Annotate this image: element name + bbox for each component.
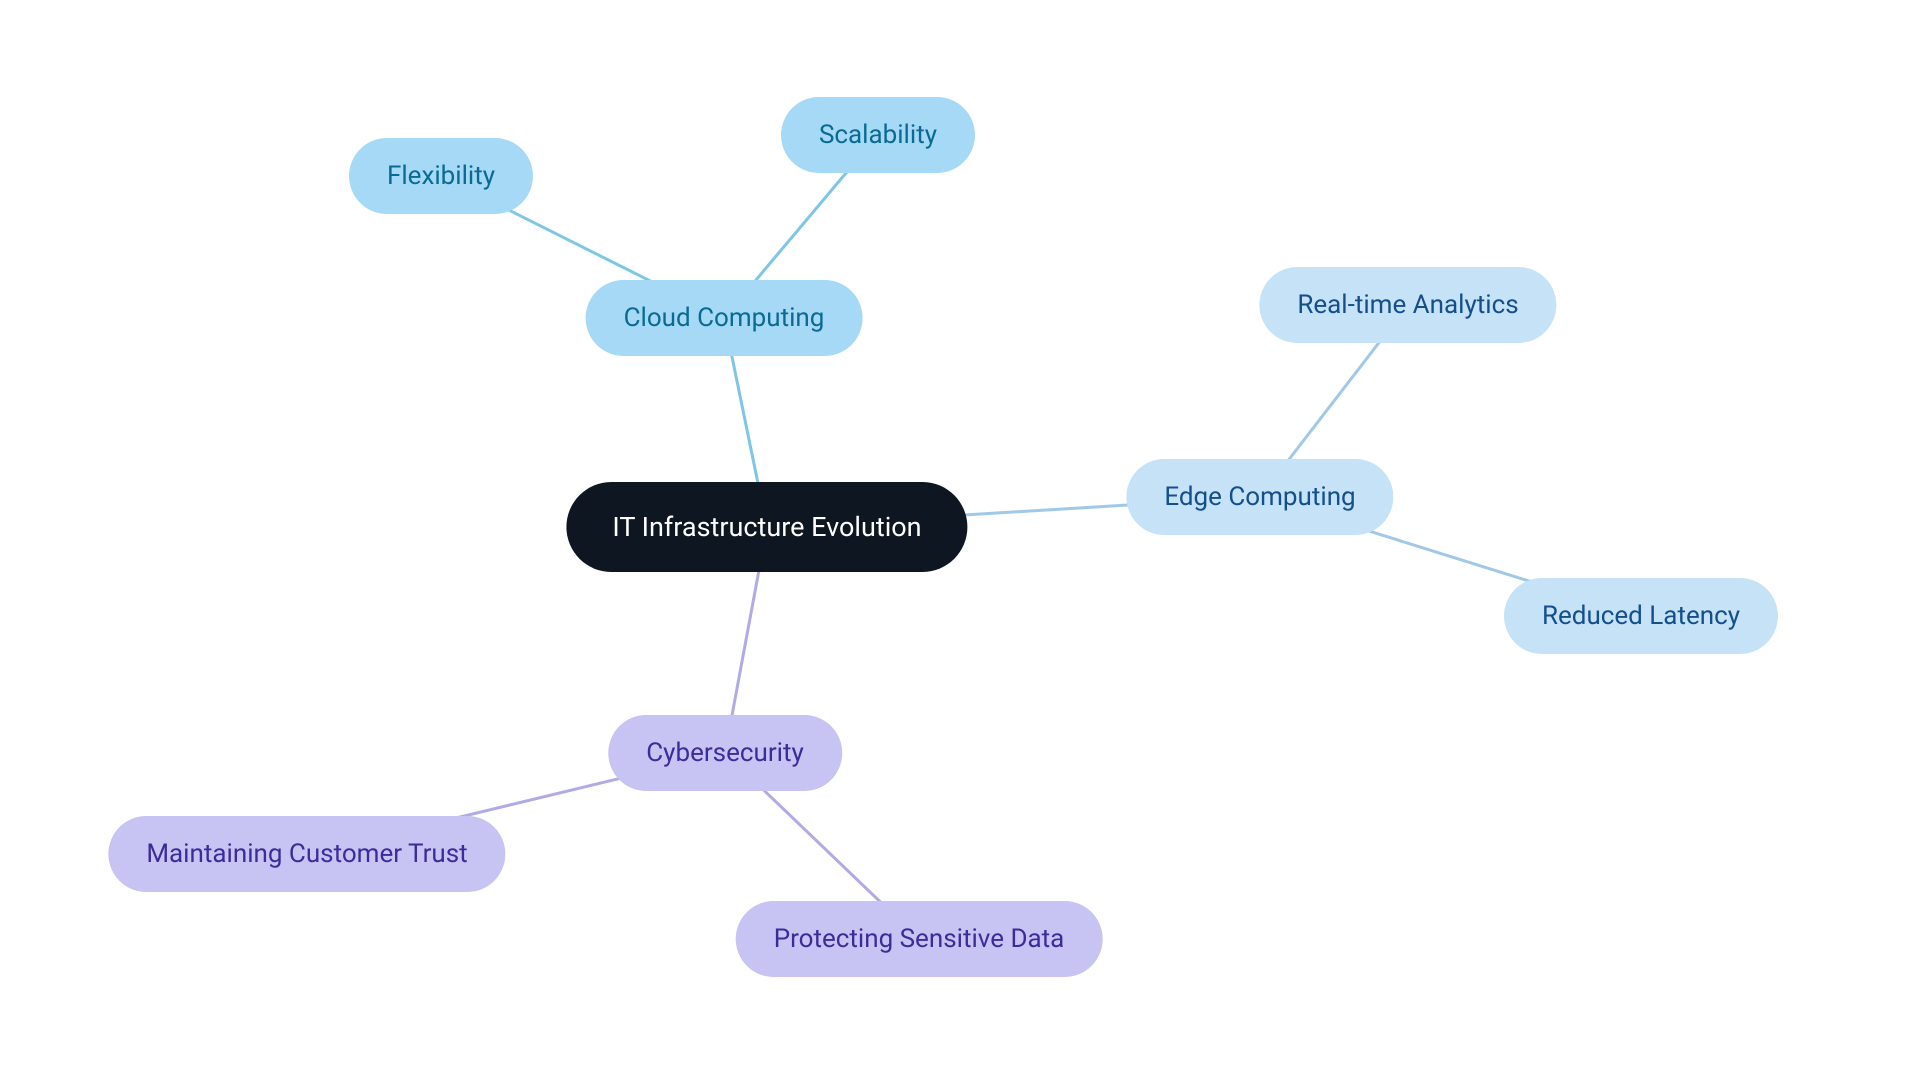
node-cybersecurity[interactable]: Cybersecurity <box>608 715 842 791</box>
node-realtime-analytics[interactable]: Real-time Analytics <box>1259 267 1556 343</box>
node-protecting-data[interactable]: Protecting Sensitive Data <box>736 901 1103 977</box>
node-edge-computing[interactable]: Edge Computing <box>1126 459 1393 535</box>
node-scalability[interactable]: Scalability <box>781 97 975 173</box>
node-flexibility-label: Flexibility <box>387 161 495 191</box>
node-realtime-label: Real-time Analytics <box>1297 290 1518 320</box>
node-customer-trust[interactable]: Maintaining Customer Trust <box>108 816 505 892</box>
node-flexibility[interactable]: Flexibility <box>349 138 533 214</box>
node-center-label: IT Infrastructure Evolution <box>612 511 921 543</box>
node-latency-label: Reduced Latency <box>1542 601 1740 631</box>
node-reduced-latency[interactable]: Reduced Latency <box>1504 578 1778 654</box>
node-cloud-label: Cloud Computing <box>624 303 825 333</box>
node-cyber-label: Cybersecurity <box>646 738 804 768</box>
mindmap-canvas: IT Infrastructure Evolution Cloud Comput… <box>0 0 1920 1083</box>
node-data-label: Protecting Sensitive Data <box>774 924 1065 954</box>
node-edge-label: Edge Computing <box>1164 482 1355 512</box>
node-scalability-label: Scalability <box>819 120 937 150</box>
node-center[interactable]: IT Infrastructure Evolution <box>566 482 967 572</box>
node-trust-label: Maintaining Customer Trust <box>146 839 467 869</box>
node-cloud-computing[interactable]: Cloud Computing <box>586 280 863 356</box>
